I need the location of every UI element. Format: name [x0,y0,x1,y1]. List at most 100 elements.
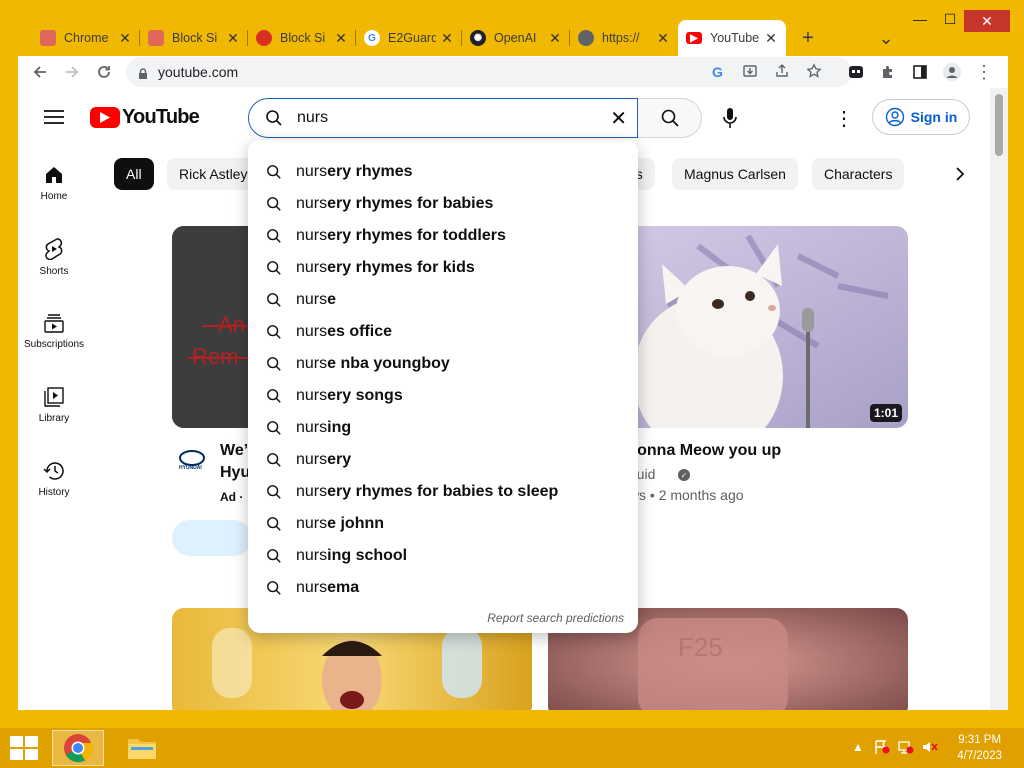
suggestion-item[interactable]: nursery songs [248,380,638,412]
voice-search-button[interactable] [710,98,750,138]
suggestion-item[interactable]: nursery rhymes for kids [248,252,638,284]
google-icon[interactable]: G [712,64,723,80]
video-title[interactable]: We’ [220,442,248,460]
new-tab-button[interactable]: + [794,22,822,54]
suggestion-typed: nurs [296,259,328,276]
video-title[interactable]: y gonna Meow you up [614,442,781,460]
suggestion-typed: nurs [296,515,328,532]
browser-menu-icon[interactable]: ⋮ [972,60,996,84]
search-icon [265,109,283,127]
extensions-puzzle-icon[interactable] [876,60,900,84]
search-input[interactable]: nurs ✕ [248,98,638,138]
profile-icon[interactable] [940,60,964,84]
svg-text:Rem: Rem [192,344,238,369]
suggestion-item[interactable]: nursing school [248,540,638,572]
address-bar[interactable]: youtube.com G [126,57,852,87]
nav-shorts[interactable]: Shorts [18,222,90,292]
nav-subscriptions[interactable]: Subscriptions [18,296,90,366]
nav-library[interactable]: Library [18,370,90,440]
action-center-flag-icon[interactable] [874,740,890,757]
show-hidden-icons[interactable]: ▲ [852,740,864,754]
svg-text:An: An [218,312,245,337]
report-search-predictions-link[interactable]: Report search predictions [487,611,624,625]
suggestion-typed: nurs [296,451,328,468]
tab-openai[interactable]: ✺ OpenAI ✕ [462,22,570,54]
tab-e2guardian[interactable]: G E2Guard ✕ [356,22,462,54]
suggestion-completion: es office [327,323,393,340]
tab-close-icon[interactable]: ✕ [440,30,454,47]
browser-toolbar: youtube.com G ⋮ [18,56,1008,88]
ad-cta-button[interactable] [172,520,252,556]
tab-youtube[interactable]: ▶ YouTube ✕ [678,20,786,56]
scrollbar-thumb[interactable] [995,94,1003,156]
sign-in-button[interactable]: Sign in [872,99,970,135]
taskbar-file-explorer[interactable] [116,730,168,766]
suggestion-item[interactable]: nursery rhymes for toddlers [248,220,638,252]
chips-next-icon[interactable] [948,162,972,186]
youtube-header: YouTube nurs ✕ ⋮ Sign in [18,88,1008,148]
search-icon [267,485,281,499]
suggestion-item[interactable]: nursema [248,572,638,604]
suggestion-item[interactable]: nursery rhymes [248,156,638,188]
suggestion-item[interactable]: nursing [248,412,638,444]
suggestion-item[interactable]: nurse johnn [248,508,638,540]
volume-muted-icon[interactable] [922,740,938,757]
nav-label: Library [38,412,70,424]
youtube-logo-text: YouTube [122,106,200,128]
suggestion-typed: nurs [296,163,328,180]
side-panel-icon[interactable] [908,60,932,84]
system-clock[interactable]: 9:31 PM 4/7/2023 [957,732,1002,764]
clear-search-icon[interactable]: ✕ [610,106,627,131]
suggestion-typed: nurs [296,323,328,340]
shield-icon [256,30,272,46]
search-icon [267,389,281,403]
back-button[interactable] [28,60,52,84]
page-scrollbar[interactable] [990,88,1008,710]
reload-button[interactable] [92,60,116,84]
tab-close-icon[interactable]: ✕ [334,30,348,47]
suggestion-completion: ema [327,579,360,596]
bookmark-star-icon[interactable] [806,62,822,82]
suggestion-item[interactable]: nurse nba youngboy [248,348,638,380]
search-button[interactable] [638,98,702,138]
share-icon[interactable] [774,63,790,82]
settings-menu-icon[interactable]: ⋮ [832,106,856,130]
nav-history[interactable]: History [18,444,90,514]
chip-all[interactable]: All [114,158,154,190]
chip-magnus-carlsen[interactable]: Magnus Carlsen [672,158,798,190]
suggestion-item[interactable]: nursery [248,444,638,476]
suggestion-item[interactable]: nurse [248,284,638,316]
tab-search-button[interactable]: ⌄ [872,22,900,54]
tab-https[interactable]: https:// ✕ [570,22,678,54]
suggestion-item[interactable]: nursery rhymes for babies [248,188,638,220]
tab-close-icon[interactable]: ✕ [118,30,132,47]
chip-rick-astley[interactable]: Rick Astley [167,158,260,190]
video-title[interactable]: Hyu [220,464,250,482]
tab-block-site-2[interactable]: Block Si ✕ [248,22,356,54]
tab-chrome[interactable]: Chrome ✕ [32,22,140,54]
tab-close-icon[interactable]: ✕ [764,30,778,47]
taskbar-chrome[interactable] [52,730,104,766]
suggestion-item[interactable]: nursery rhymes for babies to sleep [248,476,638,508]
forward-button[interactable] [60,60,84,84]
install-app-icon[interactable] [742,63,758,82]
youtube-logo[interactable]: YouTube [90,106,200,129]
tab-close-icon[interactable]: ✕ [226,30,240,47]
start-button[interactable] [10,736,38,760]
menu-hamburger-icon[interactable] [44,108,64,126]
nav-home[interactable]: Home [18,148,90,218]
suggestion-completion: e nba youngboy [327,355,450,372]
network-icon[interactable] [898,740,914,757]
suggestion-completion: ery rhymes for toddlers [327,227,506,244]
tab-close-icon[interactable]: ✕ [548,30,562,47]
hyundai-wordmark: HYUNDAI [179,465,202,470]
page-content: YouTube nurs ✕ ⋮ Sign in Home Shorts Sub… [18,88,1008,710]
hyundai-logo[interactable]: HYUNDAI [176,444,208,476]
extension-icon[interactable] [844,60,868,84]
tab-close-icon[interactable]: ✕ [656,30,670,47]
suggestion-item[interactable]: nurses office [248,316,638,348]
suggestion-typed: nurs [296,387,328,404]
search-query: nurs [297,109,329,126]
tab-block-site-1[interactable]: Block Si ✕ [140,22,248,54]
chip-characters[interactable]: Characters [812,158,905,190]
